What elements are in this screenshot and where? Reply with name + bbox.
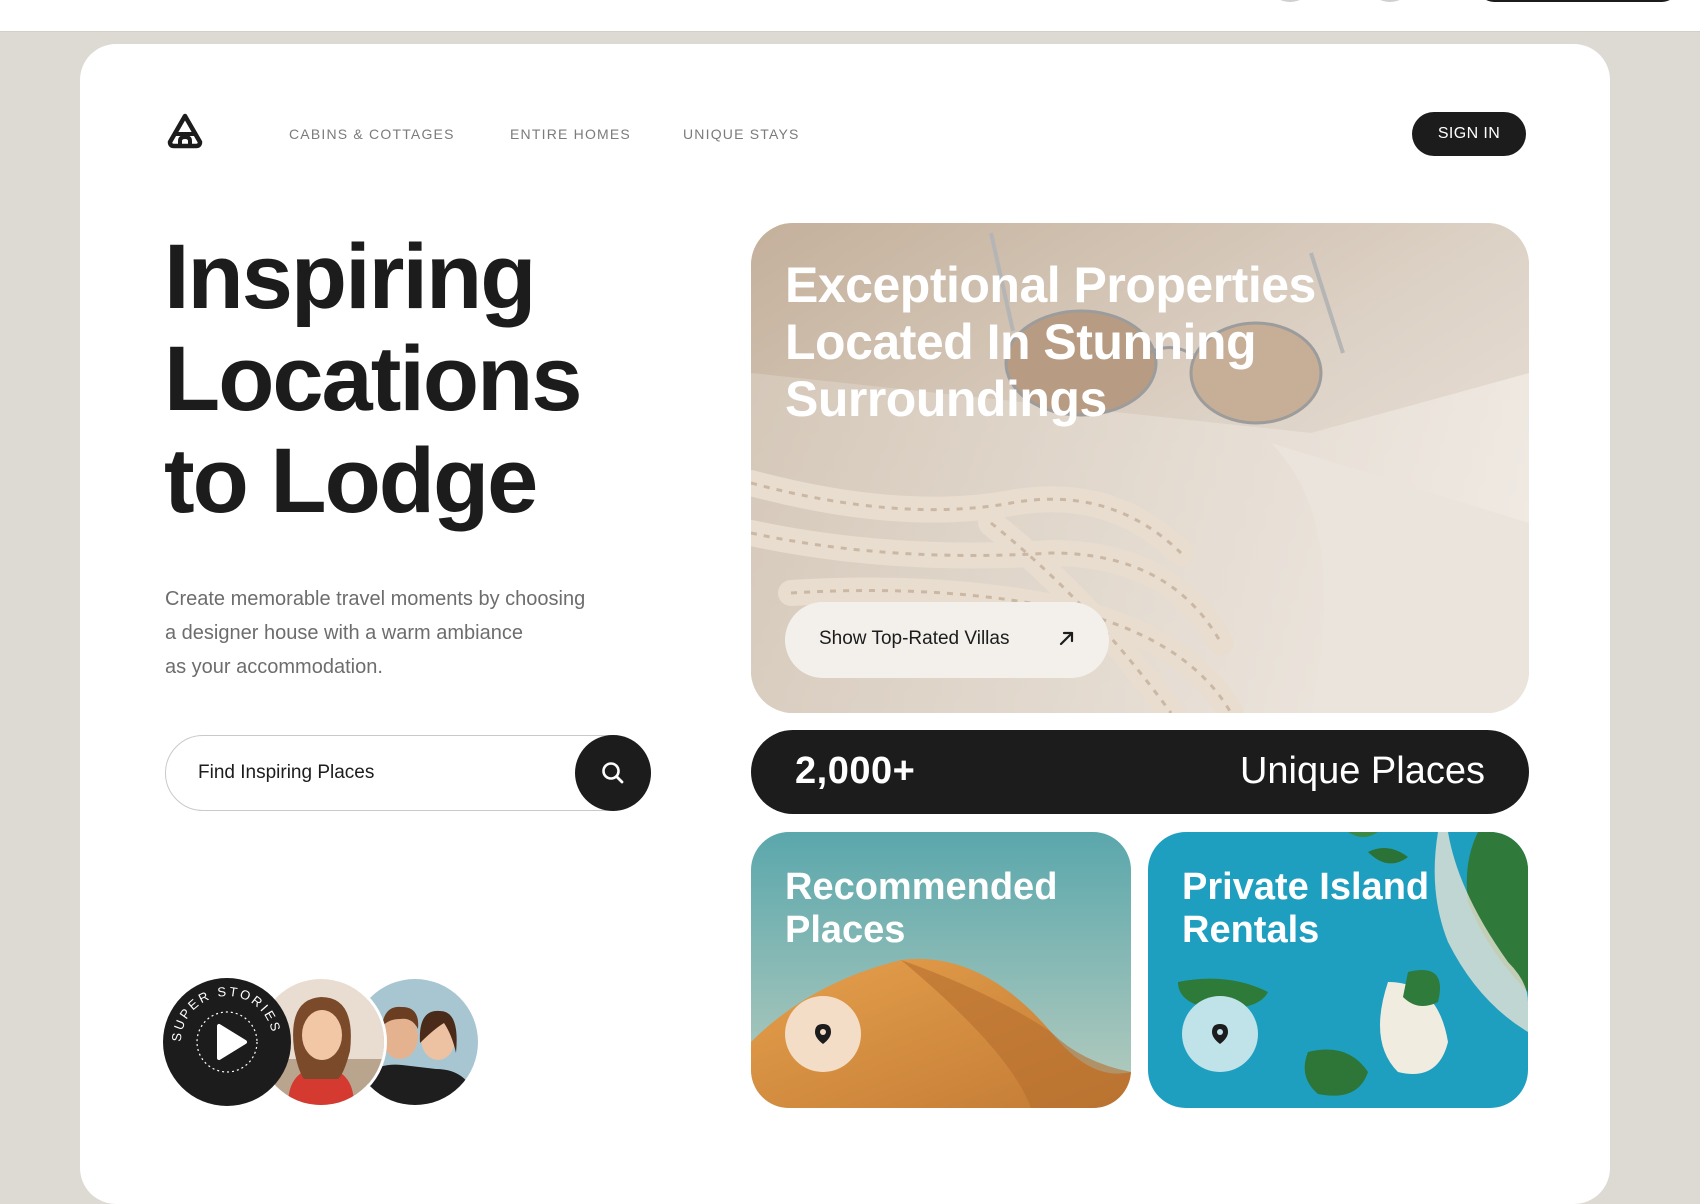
map-pin-button[interactable] (1182, 996, 1258, 1072)
map-pin-icon (1212, 1024, 1228, 1044)
nav-cabins-cottages[interactable]: CABINS & COTTAGES (289, 126, 455, 142)
nav-unique-stays[interactable]: UNIQUE STAYS (683, 126, 800, 142)
hero-title-line: Inspiring (164, 226, 536, 328)
tile-title-line: Places (785, 909, 906, 951)
nav-entire-homes[interactable]: ENTIRE HOMES (510, 126, 631, 142)
search-bar (165, 735, 651, 811)
hero-description-line: as your accommodation. (165, 656, 383, 678)
feature-title-line: Exceptional Properties (785, 257, 1316, 313)
private-island-rentals-title: Private Island Rentals (1182, 866, 1429, 952)
top-pill-button[interactable] (1478, 0, 1678, 2)
search-input[interactable] (198, 758, 528, 788)
recommended-places-card[interactable]: Recommended Places (751, 832, 1131, 1108)
places-label: Unique Places (1239, 750, 1485, 792)
places-count: 2,000+ (795, 750, 916, 792)
house-a-logo-icon[interactable] (166, 112, 204, 150)
recommended-places-title: Recommended Places (785, 866, 1057, 952)
stats-bar: 2,000+ Unique Places (751, 730, 1529, 814)
super-stories-ring: SUPER STORIES (169, 984, 282, 1073)
tile-title-line: Rentals (1182, 909, 1320, 951)
map-pin-button[interactable] (785, 996, 861, 1072)
tile-title-line: Recommended (785, 866, 1058, 908)
hero-description: Create memorable travel moments by choos… (165, 582, 665, 684)
arrow-up-right-icon (1059, 631, 1074, 646)
stories-row: SUPER STORIES (163, 976, 483, 1108)
tile-title-line: Private Island (1182, 866, 1430, 908)
search-icon (602, 762, 624, 784)
feature-title-line: Located In Stunning (785, 314, 1257, 370)
hero-description-line: a designer house with a warm ambiance (165, 622, 523, 644)
browser-top-strip (0, 0, 1700, 32)
hero-title-line: to Lodge (164, 430, 538, 532)
top-circle-button[interactable] (1270, 0, 1310, 2)
feature-card[interactable]: Exceptional Properties Located In Stunni… (751, 223, 1529, 713)
hero-title: Inspiring Locations to Lodge (164, 226, 724, 532)
villa-button-label: Show Top-Rated Villas (819, 628, 1010, 649)
search-button[interactable] (575, 735, 651, 811)
private-island-rentals-card[interactable]: Private Island Rentals (1148, 832, 1528, 1108)
map-pin-icon (815, 1024, 831, 1044)
top-circle-button[interactable] (1370, 0, 1410, 2)
play-icon (217, 1024, 247, 1060)
feature-title-line: Surroundings (785, 371, 1107, 427)
hero-description-line: Create memorable travel moments by choos… (165, 588, 586, 610)
hero-title-line: Locations (164, 328, 582, 430)
show-top-rated-villas-button[interactable]: Show Top-Rated Villas (785, 602, 1109, 678)
feature-title: Exceptional Properties Located In Stunni… (785, 257, 1385, 428)
super-stories-badge[interactable]: SUPER STORIES (163, 978, 291, 1106)
sign-in-button[interactable]: SIGN IN (1412, 112, 1526, 156)
